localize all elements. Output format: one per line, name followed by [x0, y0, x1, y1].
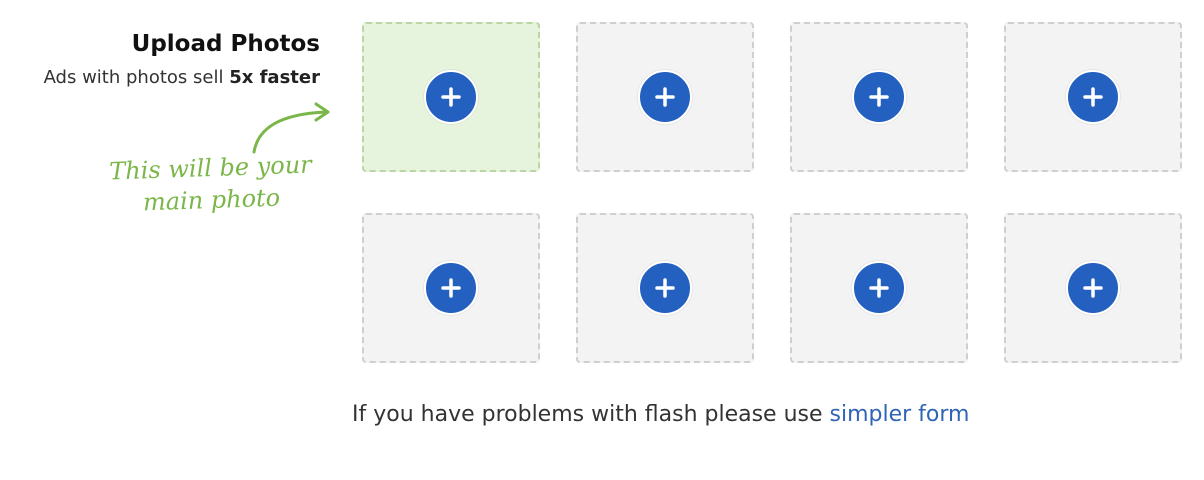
- plus-icon: [655, 87, 675, 107]
- subtitle-emphasis: 5x faster: [229, 67, 320, 88]
- main-photo-hint: This will be your main photo: [95, 148, 327, 220]
- add-photo-button[interactable]: [424, 70, 478, 124]
- plus-icon: [1083, 278, 1103, 298]
- flash-help-note: If you have problems with flash please u…: [352, 402, 969, 427]
- plus-icon: [869, 278, 889, 298]
- curved-arrow-icon: [252, 102, 330, 154]
- add-photo-button[interactable]: [1066, 261, 1120, 315]
- photo-slot-8[interactable]: [1004, 213, 1182, 363]
- plus-icon: [441, 278, 461, 298]
- plus-icon: [1083, 87, 1103, 107]
- add-photo-button[interactable]: [638, 70, 692, 124]
- add-photo-button[interactable]: [424, 261, 478, 315]
- photo-slot-7[interactable]: [790, 213, 968, 363]
- subtitle-text: Ads with photos sell: [43, 67, 224, 88]
- plus-icon: [655, 278, 675, 298]
- photo-slot-main[interactable]: [362, 22, 540, 172]
- photo-slot-5[interactable]: [362, 213, 540, 363]
- add-photo-button[interactable]: [852, 261, 906, 315]
- photo-slot-6[interactable]: [576, 213, 754, 363]
- add-photo-button[interactable]: [1066, 70, 1120, 124]
- flash-help-text: If you have problems with flash please u…: [352, 402, 823, 427]
- photo-slot-4[interactable]: [1004, 22, 1182, 172]
- plus-icon: [869, 87, 889, 107]
- subtitle: Ads with photos sell 5x faster: [44, 67, 320, 88]
- page-title: Upload Photos: [131, 31, 320, 57]
- photo-slot-3[interactable]: [790, 22, 968, 172]
- add-photo-button[interactable]: [852, 70, 906, 124]
- plus-icon: [441, 87, 461, 107]
- add-photo-button[interactable]: [638, 261, 692, 315]
- photo-slot-2[interactable]: [576, 22, 754, 172]
- simpler-form-link[interactable]: simpler form: [830, 402, 970, 427]
